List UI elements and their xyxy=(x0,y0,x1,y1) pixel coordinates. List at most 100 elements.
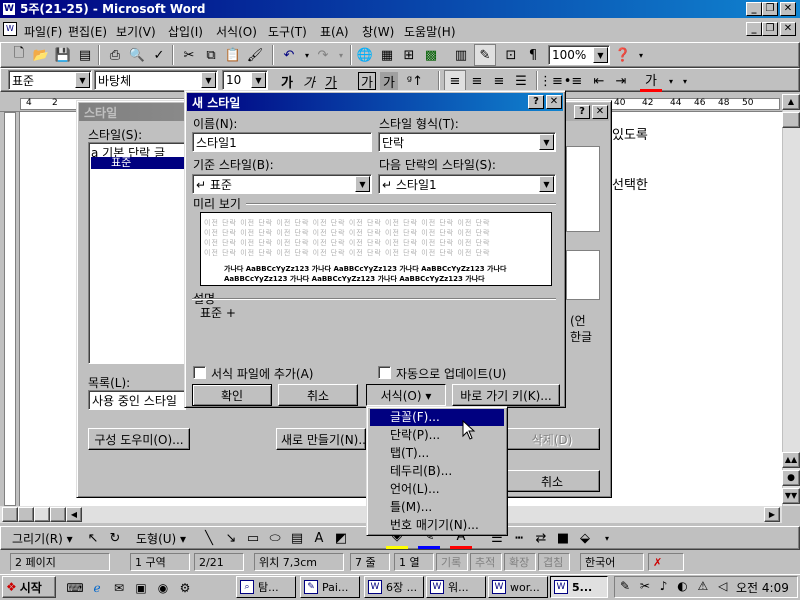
underline-button[interactable]: 가 xyxy=(320,70,342,92)
organizer-button[interactable]: 구성 도우미(O)... xyxy=(88,428,190,450)
quicklaunch-media-icon[interactable]: ◉ xyxy=(152,577,174,599)
shadow-icon[interactable]: ■ xyxy=(552,527,574,549)
quicklaunch-ie-icon[interactable]: ℯ xyxy=(86,577,108,599)
justify-icon[interactable]: ☰ xyxy=(510,70,532,92)
format-menu-item-numbering[interactable]: 번호 매기기(N)... xyxy=(370,517,504,534)
copy-icon[interactable]: ⧉ xyxy=(200,44,222,66)
quicklaunch-extra-icon[interactable]: ⚙ xyxy=(174,577,196,599)
styles-listbox[interactable] xyxy=(88,142,186,364)
columns-icon[interactable]: ▥ xyxy=(450,44,472,66)
arrow-icon[interactable]: ↘ xyxy=(220,527,242,549)
zoom-dropdown-icon[interactable]: ▼ xyxy=(593,47,608,63)
style-list-item-selected[interactable]: 표준 xyxy=(91,157,185,169)
vertical-scrollbar[interactable] xyxy=(782,94,800,506)
web-view-button[interactable] xyxy=(18,507,34,522)
clipart-icon[interactable]: ◩ xyxy=(330,527,352,549)
select-browse-object[interactable]: ● xyxy=(782,470,800,486)
doc-restore-button[interactable]: ❐ xyxy=(762,22,778,36)
spelling-status-icon[interactable]: ✗ xyxy=(648,553,684,571)
type-dropdown-icon[interactable]: ▼ xyxy=(539,134,554,150)
font-dropdown-icon[interactable]: ▼ xyxy=(201,72,216,88)
hyperlink-icon[interactable]: 🌐 xyxy=(354,44,376,66)
italic-button[interactable]: 가 xyxy=(298,70,320,92)
insert-table-icon[interactable]: ⊞ xyxy=(398,44,420,66)
start-button[interactable]: ❖ 시작 xyxy=(2,576,56,598)
show-hide-icon[interactable]: ¶ xyxy=(522,44,544,66)
align-left-icon[interactable]: ≡ xyxy=(444,70,466,92)
format-menu-item-tabs[interactable]: 탭(T)... xyxy=(370,445,504,462)
menu-insert[interactable]: 삽입(I) xyxy=(162,22,209,41)
format-menu-item-border[interactable]: 테두리(B)... xyxy=(370,463,504,480)
zoom-combo[interactable]: 100% ▼ xyxy=(548,45,610,65)
paste-icon[interactable]: 📋 xyxy=(222,44,244,66)
new-style-button[interactable]: 새로 만들기(N)... xyxy=(276,428,366,450)
scroll-left-button[interactable]: ◀ xyxy=(66,507,82,522)
more-format-icon[interactable]: ▾ xyxy=(674,70,696,92)
rectangle-icon[interactable]: ▭ xyxy=(242,527,264,549)
numbering-icon[interactable]: ⋮≡ xyxy=(539,70,563,92)
phonetic-button[interactable]: ᵍ↑ xyxy=(404,70,426,92)
close-button[interactable]: ✕ xyxy=(780,2,796,16)
new-style-cancel-button[interactable]: 취소 xyxy=(278,384,358,406)
more-draw-icon[interactable]: ▾ xyxy=(596,527,618,549)
save-icon[interactable]: 💾 xyxy=(52,44,74,66)
size-combo[interactable]: 10 ▼ xyxy=(222,70,268,90)
doc-map-icon[interactable]: ⊡ xyxy=(500,44,522,66)
document-icon[interactable]: W xyxy=(3,22,17,36)
print-view-button[interactable] xyxy=(34,507,50,522)
menu-view[interactable]: 보기(V) xyxy=(110,22,162,41)
menu-table[interactable]: 표(A) xyxy=(314,22,355,41)
style-help-button[interactable]: ? xyxy=(574,105,590,119)
format-menu-item-paragraph[interactable]: 단락(P)... xyxy=(370,427,504,444)
restore-button[interactable]: ❐ xyxy=(762,2,778,16)
bullets-icon[interactable]: •≡ xyxy=(562,70,584,92)
align-right-icon[interactable]: ≡ xyxy=(488,70,510,92)
menu-window[interactable]: 창(W) xyxy=(356,22,400,41)
format-menu-item-font[interactable]: 글꼴(F)... xyxy=(370,409,504,426)
next-style-select[interactable]: ↵ 스타일1 ▼ xyxy=(378,174,556,194)
outline-view-button[interactable] xyxy=(50,507,66,522)
oval-icon[interactable]: ⬭ xyxy=(264,527,286,549)
doc-close-button[interactable]: ✕ xyxy=(780,22,796,36)
new-icon[interactable]: 🗋 xyxy=(8,44,30,66)
taskbar-item[interactable]: Wwor... xyxy=(488,576,548,598)
based-on-dropdown-icon[interactable]: ▼ xyxy=(355,176,370,192)
menu-format[interactable]: 서식(O) xyxy=(210,22,263,41)
status-ovr[interactable]: 겹침 xyxy=(538,553,570,571)
doc-minimize-button[interactable]: _ xyxy=(746,22,762,36)
scroll-right-button[interactable]: ▶ xyxy=(764,507,780,522)
type-select[interactable]: 단락 ▼ xyxy=(378,132,556,152)
increase-indent-icon[interactable]: ⇥ xyxy=(610,70,632,92)
open-icon[interactable]: 📂 xyxy=(30,44,52,66)
tables-borders-icon[interactable]: ▦ xyxy=(376,44,398,66)
style-close-button[interactable]: ✕ xyxy=(592,105,608,119)
format-menu-item-language[interactable]: 언어(L)... xyxy=(370,481,504,498)
status-trk[interactable]: 추적 xyxy=(470,553,502,571)
drawing-icon[interactable]: ✎ xyxy=(474,44,496,66)
dash-style-icon[interactable]: ┅ xyxy=(508,527,530,549)
new-style-close-button[interactable]: ✕ xyxy=(546,95,562,109)
wordart-icon[interactable]: A xyxy=(308,527,330,549)
quicklaunch-outlook-icon[interactable]: ✉ xyxy=(108,577,130,599)
menu-edit[interactable]: 편집(E) xyxy=(62,22,113,41)
list-combo[interactable]: 사용 중인 스타일 xyxy=(88,390,186,410)
bold-button[interactable]: 가 xyxy=(276,70,298,92)
name-input[interactable]: 스타일1 xyxy=(192,132,372,152)
status-ext[interactable]: 확장 xyxy=(504,553,536,571)
format-button[interactable]: 서식(O) ▾ xyxy=(366,384,446,406)
style-cancel-button[interactable]: 취소 xyxy=(504,470,600,492)
font-color-button[interactable]: 가 xyxy=(640,70,662,92)
taskbar-item-active[interactable]: W 5... xyxy=(550,576,608,598)
autoshapes-menu-button[interactable]: 도형(U) ▾ xyxy=(136,530,186,547)
clock[interactable]: 오전 4:09 xyxy=(736,579,789,596)
shortcut-key-button[interactable]: 바로 가기 키(K)... xyxy=(452,384,560,406)
menu-file[interactable]: 파일(F) xyxy=(18,22,68,41)
scroll-up-button[interactable]: ▲ xyxy=(782,94,800,110)
textbox-icon[interactable]: ▤ xyxy=(286,527,308,549)
tray-icons[interactable]: ✎ ✂ ♪ ◐ ⚠ ◁ xyxy=(620,579,730,593)
based-on-select[interactable]: ↵ 표준 ▼ xyxy=(192,174,372,194)
add-to-template-checkbox[interactable] xyxy=(193,366,206,379)
prev-page-button[interactable]: ▲▲ xyxy=(782,452,800,468)
menu-tools[interactable]: 도구(T) xyxy=(262,22,313,41)
status-rec[interactable]: 기록 xyxy=(436,553,468,571)
